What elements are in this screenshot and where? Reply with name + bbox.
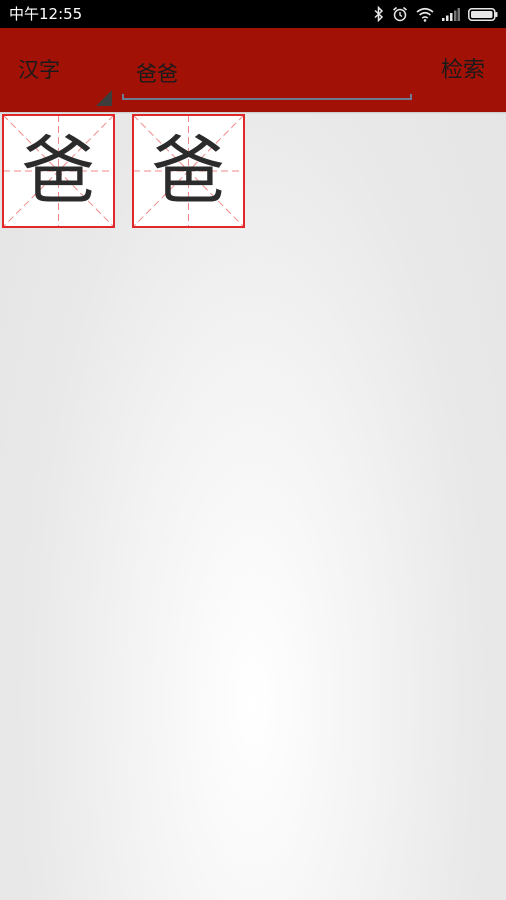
wifi-icon	[416, 7, 434, 22]
search-button[interactable]: 检索	[428, 50, 498, 92]
character-glyph: 爸	[21, 128, 96, 214]
character-cell[interactable]: 爸	[2, 114, 115, 228]
search-mode-label[interactable]: 汉字	[18, 56, 60, 84]
signal-icon	[442, 7, 460, 21]
bluetooth-icon	[374, 6, 384, 22]
status-bar: 中午12:55	[0, 0, 506, 28]
character-cell[interactable]: 爸	[132, 114, 245, 228]
search-input-underline	[122, 94, 412, 100]
alarm-icon	[392, 6, 408, 22]
battery-icon	[468, 7, 498, 21]
result-grid: 爸 爸	[2, 114, 502, 234]
spinner-dropdown-icon[interactable]	[96, 90, 112, 106]
search-input[interactable]	[124, 46, 410, 100]
status-icons	[374, 5, 498, 23]
status-time: 中午12:55	[9, 5, 83, 23]
app-bar: 汉字 检索	[0, 28, 506, 112]
character-glyph: 爸	[151, 128, 226, 214]
